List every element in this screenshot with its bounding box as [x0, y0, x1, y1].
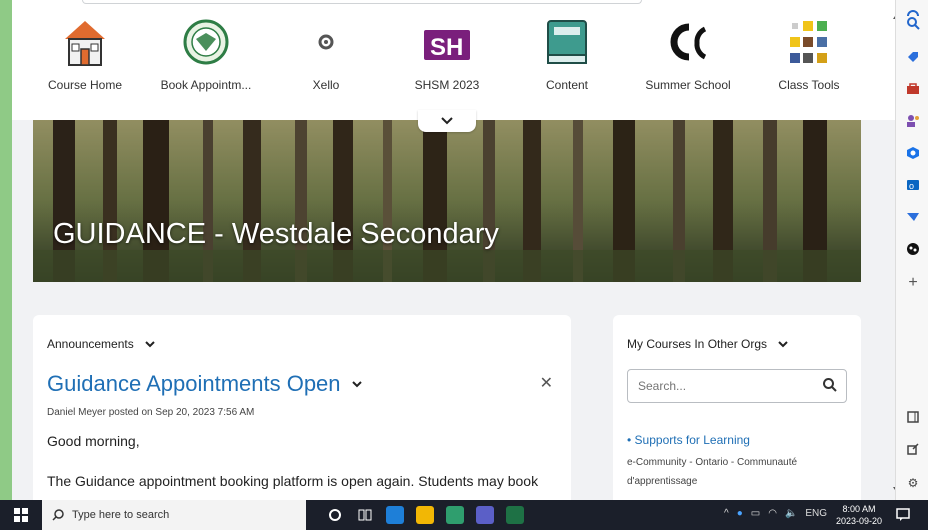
- school-crest-icon: [176, 14, 236, 70]
- org-course-description: e-Community - Ontario - Communauté d'app…: [627, 457, 798, 487]
- people-icon[interactable]: [904, 112, 922, 130]
- toolbox-icon[interactable]: [904, 80, 922, 98]
- chevron-up-icon[interactable]: ^: [724, 508, 729, 519]
- system-tray: ^ ● ▭ ◠ 🔈 ENG: [724, 508, 827, 519]
- search-icon[interactable]: [904, 14, 922, 32]
- send-icon[interactable]: [904, 208, 922, 226]
- announcements-widget: Announcements Guidance Appointments Open…: [33, 315, 571, 500]
- file-explorer-icon[interactable]: [416, 506, 434, 524]
- widget-title: My Courses In Other Orgs: [627, 337, 768, 351]
- course-banner: GUIDANCE - Westdale Secondary: [33, 120, 861, 282]
- store-icon[interactable]: [446, 506, 464, 524]
- taskbar-search[interactable]: Type here to search: [42, 500, 306, 530]
- excel-icon[interactable]: [506, 506, 524, 524]
- book-icon: [537, 14, 597, 70]
- announcement-greeting: Good morning,: [47, 433, 140, 449]
- announcement-body: The Guidance appointment booking platfor…: [47, 473, 539, 489]
- chevron-down-icon: [778, 341, 788, 348]
- announcement-title-link[interactable]: Guidance Appointments Open: [47, 371, 363, 397]
- class-tools-grid-icon: [779, 14, 839, 70]
- svg-text:SH: SH: [430, 34, 463, 61]
- taskbar-search-placeholder: Type here to search: [72, 509, 170, 521]
- nav-xello[interactable]: Xello: [271, 14, 381, 104]
- nav-label: Class Tools: [778, 78, 840, 92]
- edge-browser-icon[interactable]: [386, 506, 404, 524]
- top-bar-edge: [82, 0, 642, 4]
- language-indicator[interactable]: ENG: [805, 508, 827, 519]
- courses-search-input[interactable]: [628, 370, 808, 402]
- notification-icon[interactable]: [896, 507, 910, 526]
- windows-start-icon[interactable]: [14, 508, 28, 522]
- nav-summer-school[interactable]: Summer School: [633, 14, 743, 104]
- courses-search-field: [627, 369, 847, 403]
- task-view-icon[interactable]: [356, 506, 374, 524]
- nav-book-appointment[interactable]: Book Appointm...: [151, 14, 261, 104]
- battery-icon[interactable]: ▭: [751, 508, 760, 519]
- browser-content: Course Home Book Appointm... Xello SH SH…: [12, 0, 895, 500]
- search-icon: [52, 509, 64, 521]
- announcements-header[interactable]: Announcements: [47, 337, 156, 351]
- svg-text:o: o: [909, 181, 914, 191]
- clock-date: 2023-09-20: [836, 516, 883, 526]
- announcement-meta: Daniel Meyer posted on Sep 20, 2023 7:56…: [47, 407, 255, 418]
- add-icon[interactable]: +: [904, 274, 922, 292]
- nav-class-tools[interactable]: Class Tools: [754, 14, 864, 104]
- nav-course-home[interactable]: Course Home: [30, 14, 140, 104]
- clock[interactable]: 8:00 AM 2023-09-20: [836, 503, 882, 527]
- search-icon[interactable]: [822, 377, 838, 393]
- org-course-link[interactable]: • Supports for Learning: [627, 433, 750, 447]
- nav-label: SHSM 2023: [414, 78, 480, 92]
- chevron-down-icon: [351, 381, 362, 388]
- outlook-icon[interactable]: o: [904, 176, 922, 194]
- network-icon[interactable]: ●: [737, 508, 743, 519]
- nav-content[interactable]: Content: [512, 14, 622, 104]
- org-course-name: Supports for Learning: [634, 433, 750, 447]
- summer-school-logo-icon: [658, 14, 718, 70]
- external-link-icon[interactable]: [904, 440, 922, 458]
- nav-label: Content: [545, 78, 589, 92]
- my-courses-widget: My Courses In Other Orgs • Supports for …: [613, 315, 861, 500]
- windows-taskbar: Type here to search ^ ● ▭ ◠ 🔈 ENG 8:00 A…: [0, 500, 928, 530]
- sidebar-toggle-icon[interactable]: [904, 408, 922, 426]
- house-icon: [55, 14, 115, 70]
- widget-title: Announcements: [47, 337, 134, 351]
- collapse-navbar-button[interactable]: [418, 110, 476, 132]
- volume-icon[interactable]: 🔈: [785, 508, 797, 519]
- tag-icon[interactable]: [904, 48, 922, 66]
- office-icon[interactable]: [904, 144, 922, 162]
- nav-shsm-2023[interactable]: SH SHSM 2023: [392, 14, 502, 104]
- close-icon[interactable]: ✕: [540, 373, 553, 393]
- forest-banner-image: [33, 120, 861, 282]
- nav-label: Course Home: [47, 78, 123, 92]
- course-navbar: Course Home Book Appointm... Xello SH SH…: [12, 0, 895, 120]
- gear-icon[interactable]: ⚙: [904, 474, 922, 492]
- chevron-down-icon: [441, 117, 453, 125]
- my-courses-header[interactable]: My Courses In Other Orgs: [627, 337, 789, 351]
- game-icon[interactable]: [904, 240, 922, 258]
- announcement-title: Guidance Appointments Open: [47, 371, 341, 396]
- teams-icon[interactable]: [476, 506, 494, 524]
- shsm-logo-icon: SH: [417, 14, 477, 70]
- wifi-icon[interactable]: ◠: [768, 508, 777, 519]
- nav-label: Xello: [312, 78, 340, 92]
- xello-logo-icon: [296, 14, 356, 70]
- cortana-icon[interactable]: [326, 506, 344, 524]
- nav-label: Summer School: [645, 78, 731, 92]
- chevron-down-icon: [145, 341, 155, 348]
- browser-edge-sidebar: o + ⚙: [895, 0, 928, 500]
- nav-label: Book Appointm...: [160, 78, 252, 92]
- clock-time: 8:00 AM: [842, 504, 876, 514]
- course-title: GUIDANCE - Westdale Secondary: [53, 218, 499, 250]
